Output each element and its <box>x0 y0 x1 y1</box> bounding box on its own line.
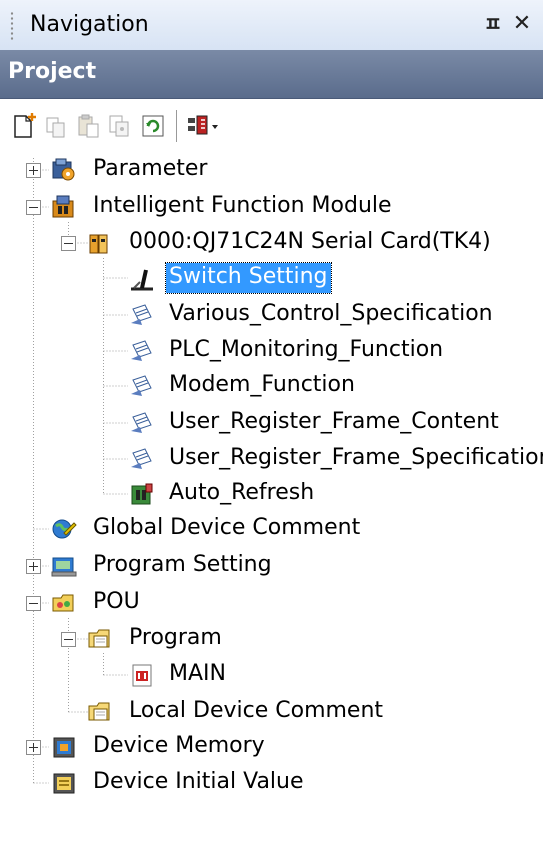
ladder-program-icon <box>128 661 156 689</box>
parameter-sheet-icon <box>128 337 156 365</box>
expand-parameter-toggle[interactable] <box>26 163 41 178</box>
parameter-sheet-icon <box>128 445 156 473</box>
tree-item-user-register-frame-content[interactable]: User_Register_Frame_Content <box>166 408 502 438</box>
module-icon <box>86 229 114 257</box>
tree-item-module[interactable]: 0000:QJ71C24N Serial Card(TK4) <box>126 228 494 258</box>
tree-item-device-memory[interactable]: Device Memory <box>90 732 268 762</box>
tree-item-device-initial-value[interactable]: Device Initial Value <box>90 768 307 798</box>
local-device-comment-icon <box>86 698 114 726</box>
intelligent-function-module-icon <box>50 193 78 221</box>
parameter-sheet-icon <box>128 301 156 329</box>
collapse-intelligent-function-module-toggle[interactable] <box>26 200 41 215</box>
parameter-sheet-icon <box>128 372 156 400</box>
tree-item-pou[interactable]: POU <box>90 588 143 618</box>
tree-item-parameter[interactable]: Parameter <box>90 155 210 185</box>
parameter-icon <box>50 156 78 184</box>
tree-item-intelligent-function-module[interactable]: Intelligent Function Module <box>90 192 395 222</box>
auto-refresh-icon <box>128 480 156 508</box>
tree-item-main[interactable]: MAIN <box>166 660 229 690</box>
tree-item-program[interactable]: Program <box>126 624 225 654</box>
tree-item-local-device-comment[interactable]: Local Device Comment <box>126 697 386 727</box>
tree-item-plc-monitoring-function[interactable]: PLC_Monitoring_Function <box>166 336 446 366</box>
program-folder-icon <box>86 625 114 653</box>
tree-item-user-register-frame-specification[interactable]: User_Register_Frame_Specification <box>166 444 543 474</box>
pou-icon <box>50 589 78 617</box>
tree-item-various-control-specification[interactable]: Various_Control_Specification <box>166 300 496 330</box>
tree-item-switch-setting[interactable]: Switch Setting <box>165 262 332 294</box>
device-initial-value-icon <box>50 769 78 797</box>
collapse-pou-toggle[interactable] <box>26 596 41 611</box>
tree-item-global-device-comment[interactable]: Global Device Comment <box>90 514 363 544</box>
global-device-comment-icon <box>50 515 78 543</box>
switch-setting-icon <box>128 264 156 292</box>
device-memory-icon <box>50 733 78 761</box>
parameter-sheet-icon <box>128 409 156 437</box>
tree-item-modem-function[interactable]: Modem_Function <box>166 371 358 401</box>
expand-program-setting-toggle[interactable] <box>26 559 41 574</box>
project-tree[interactable]: Parameter Intelligent Function Module 00… <box>0 0 543 849</box>
tree-item-program-setting[interactable]: Program Setting <box>90 551 275 581</box>
collapse-module-toggle[interactable] <box>61 236 76 251</box>
tree-item-auto-refresh[interactable]: Auto_Refresh <box>166 479 317 509</box>
collapse-program-toggle[interactable] <box>61 632 76 647</box>
expand-device-memory-toggle[interactable] <box>26 740 41 755</box>
program-setting-icon <box>50 552 78 580</box>
